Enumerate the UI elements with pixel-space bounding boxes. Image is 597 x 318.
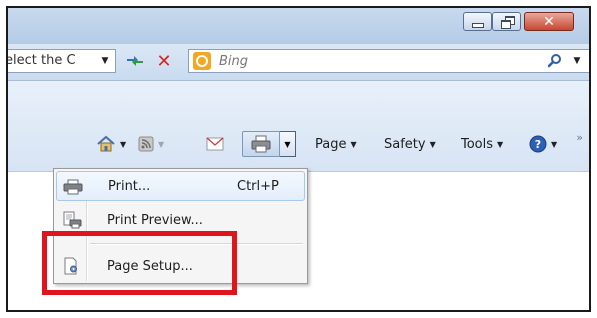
url-text: elect the C <box>8 53 76 68</box>
chevron-down-icon: ▼ <box>429 139 436 149</box>
feeds-button[interactable]: ▼ <box>138 132 164 156</box>
restore-icon <box>500 15 515 29</box>
page-menu-button[interactable]: Page ▼ <box>315 132 357 156</box>
restore-button[interactable] <box>492 12 521 31</box>
chevron-down-icon: ▼ <box>573 56 581 66</box>
search-button[interactable] <box>545 51 565 71</box>
search-options-button[interactable]: ▼ <box>569 51 585 71</box>
help-icon: ? <box>529 135 547 153</box>
safety-menu-label: Safety <box>384 136 426 152</box>
search-icon <box>547 54 561 68</box>
command-bar-overflow-button[interactable]: » <box>576 131 583 144</box>
minimize-button[interactable] <box>463 12 492 31</box>
refresh-icon <box>127 56 143 66</box>
feed-icon <box>138 136 154 152</box>
chevron-down-icon: ▼ <box>158 139 165 149</box>
print-preview-icon <box>61 211 83 229</box>
menu-item-label: Print... <box>108 178 151 194</box>
command-bar: ▼ ▼ ▼ Page ▼ Safety ▼ Tools ▼ ? ▼ » <box>8 81 589 172</box>
chevron-down-icon: ▼ <box>120 139 127 149</box>
close-window-button[interactable]: ✕ <box>524 12 574 31</box>
print-dropdown-button[interactable]: ▼ <box>280 131 296 157</box>
minimize-icon <box>471 22 484 28</box>
address-bar: elect the C ▼ ✕ ▼ <box>8 44 589 81</box>
home-button[interactable]: ▼ <box>96 132 126 156</box>
read-mail-button[interactable] <box>206 132 224 156</box>
chevron-down-icon: ▼ <box>551 139 558 149</box>
overflow-chevron-icon: » <box>576 131 583 144</box>
mail-icon <box>206 137 224 151</box>
bing-logo-icon <box>193 52 211 70</box>
search-input[interactable] <box>219 52 519 70</box>
menu-item-shortcut: Ctrl+P <box>237 178 279 194</box>
title-bar: ✕ <box>8 8 589 44</box>
chevron-down-icon: ▼ <box>497 139 504 149</box>
stop-icon: ✕ <box>156 50 172 72</box>
highlight-box <box>42 231 237 295</box>
print-button[interactable] <box>242 131 280 157</box>
printer-icon <box>62 178 84 196</box>
search-box: ▼ <box>188 49 589 73</box>
print-split-button: ▼ <box>242 131 302 157</box>
printer-icon <box>251 135 271 153</box>
refresh-button[interactable] <box>121 49 149 73</box>
menu-item-print[interactable]: Print... Ctrl+P <box>56 171 305 201</box>
stop-button[interactable]: ✕ <box>151 49 177 73</box>
chevron-down-icon: ▼ <box>101 56 109 66</box>
help-button[interactable]: ? ▼ <box>529 132 557 156</box>
tools-menu-button[interactable]: Tools ▼ <box>461 132 503 156</box>
menu-item-label: Print Preview... <box>107 212 203 228</box>
browser-window: ✕ elect the C ▼ ✕ Bing ▼ ▼ ▼ ▼ Page ▼ Sa… <box>6 6 591 312</box>
chevron-down-icon: ▼ <box>284 139 291 149</box>
close-icon: ✕ <box>543 13 555 30</box>
tools-menu-label: Tools <box>461 136 494 152</box>
safety-menu-button[interactable]: Safety ▼ <box>384 132 436 156</box>
url-dropdown-button[interactable]: ▼ <box>94 49 116 73</box>
svg-text:?: ? <box>535 138 541 151</box>
page-menu-label: Page <box>315 136 347 152</box>
chevron-down-icon: ▼ <box>350 139 357 149</box>
home-icon <box>97 135 115 152</box>
